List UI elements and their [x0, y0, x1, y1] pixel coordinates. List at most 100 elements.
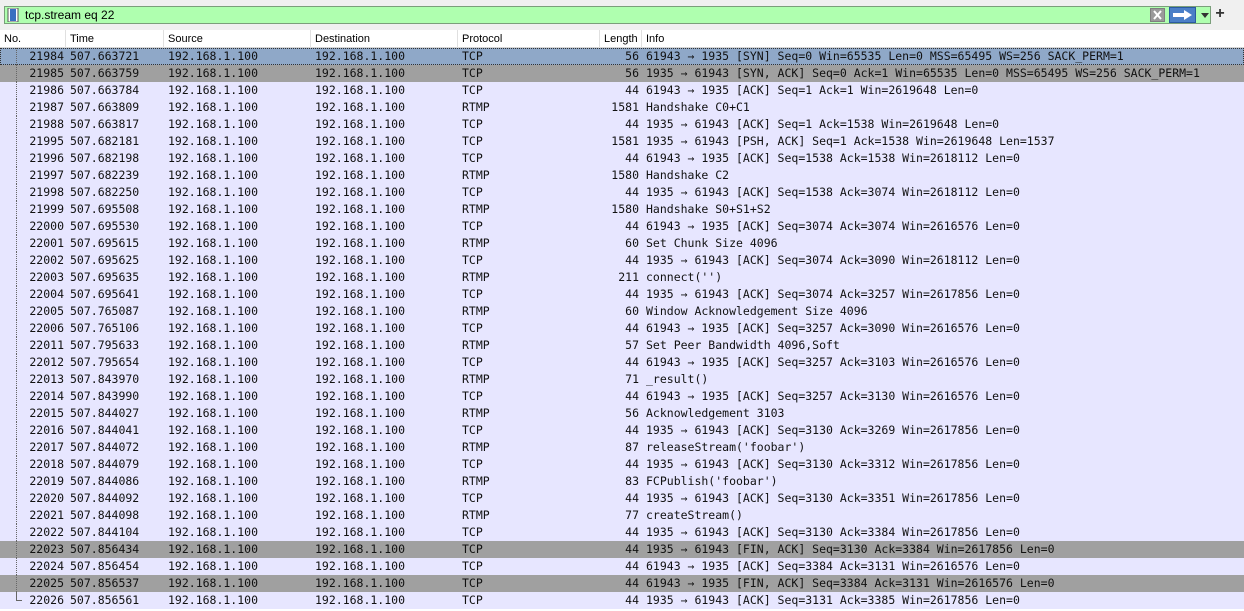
packet-row[interactable]: 21996 507.682198 192.168.1.100 192.168.1.10… [0, 150, 1244, 167]
packet-row[interactable]: 22015 507.844027 192.168.1.100 192.168.1.10… [0, 405, 1244, 422]
packet-row[interactable]: 22019 507.844086 192.168.1.100 192.168.1.10… [0, 473, 1244, 490]
packet-length: 56 [625, 66, 639, 80]
add-filter-button[interactable]: + [1213, 5, 1227, 23]
packet-length: 44 [625, 287, 639, 301]
bookmark-icon[interactable] [7, 8, 19, 22]
packet-row[interactable]: 22003 507.695635 192.168.1.100 192.168.1.10… [0, 269, 1244, 286]
packet-info: 61943 → 1935 [ACK] Seq=3257 Ack=3103 Win… [646, 355, 1020, 369]
packet-source: 192.168.1.100 [168, 117, 259, 131]
packet-row[interactable]: 22012 507.795654 192.168.1.100 192.168.1.10… [0, 354, 1244, 371]
column-header-destination[interactable]: Destination [311, 30, 458, 48]
packet-protocol: TCP [462, 321, 483, 335]
packet-number: 22023 [29, 542, 64, 556]
packet-row[interactable]: 21998 507.682250 192.168.1.100 192.168.1.10… [0, 184, 1244, 201]
packet-row[interactable]: 22005 507.765087 192.168.1.100 192.168.1.10… [0, 303, 1244, 320]
packet-row[interactable]: 21986 507.663784 192.168.1.100 192.168.1.10… [0, 82, 1244, 99]
packet-time: 507.844086 [70, 474, 140, 488]
conversation-tree-line [12, 99, 22, 116]
packet-row[interactable]: 22026 507.856561 192.168.1.100 192.168.1.10… [0, 592, 1244, 609]
apply-filter-button[interactable] [1169, 7, 1196, 23]
packet-row[interactable]: 22000 507.695530 192.168.1.100 192.168.1.10… [0, 218, 1244, 235]
packet-row[interactable]: 22016 507.844041 192.168.1.100 192.168.1.10… [0, 422, 1244, 439]
packet-row[interactable]: 21988 507.663817 192.168.1.100 192.168.1.10… [0, 116, 1244, 133]
packet-destination: 192.168.1.100 [315, 168, 406, 182]
packet-time: 507.856561 [70, 593, 140, 607]
column-header-protocol[interactable]: Protocol [458, 30, 600, 48]
filter-history-dropdown[interactable] [1199, 8, 1211, 22]
packet-length: 56 [625, 406, 639, 420]
packet-source: 192.168.1.100 [168, 304, 259, 318]
packet-row[interactable]: 22021 507.844098 192.168.1.100 192.168.1.10… [0, 507, 1244, 524]
packet-destination: 192.168.1.100 [315, 423, 406, 437]
packet-info: 1935 → 61943 [PSH, ACK] Seq=1 Ack=1538 W… [646, 134, 1055, 148]
tree-connector [16, 405, 17, 422]
display-filter-input[interactable]: tcp.stream eq 22 [4, 6, 1211, 24]
column-header-source[interactable]: Source [164, 30, 311, 48]
packet-protocol: TCP [462, 134, 483, 148]
packet-length: 44 [625, 355, 639, 369]
packet-source: 192.168.1.100 [168, 406, 259, 420]
packet-length: 1580 [611, 202, 639, 216]
column-header-length[interactable]: Length [600, 30, 642, 48]
packet-row[interactable]: 22004 507.695641 192.168.1.100 192.168.1.10… [0, 286, 1244, 303]
packet-row[interactable]: 22001 507.695615 192.168.1.100 192.168.1.10… [0, 235, 1244, 252]
column-header-no[interactable]: No. [0, 30, 66, 48]
arrow-right-icon [1173, 10, 1192, 20]
packet-row[interactable]: 22023 507.856434 192.168.1.100 192.168.1.10… [0, 541, 1244, 558]
packet-time: 507.856537 [70, 576, 140, 590]
packet-row[interactable]: 22020 507.844092 192.168.1.100 192.168.1.10… [0, 490, 1244, 507]
clear-filter-button[interactable] [1150, 8, 1165, 22]
packet-time: 507.695635 [70, 270, 140, 284]
packet-length: 44 [625, 525, 639, 539]
packet-destination: 192.168.1.100 [315, 83, 406, 97]
tree-connector [16, 99, 17, 116]
packet-destination: 192.168.1.100 [315, 474, 406, 488]
column-header-info[interactable]: Info [642, 30, 1244, 48]
packet-protocol: TCP [462, 542, 483, 556]
packet-row[interactable]: 21985 507.663759 192.168.1.100 192.168.1.10… [0, 65, 1244, 82]
packet-row[interactable]: 22011 507.795633 192.168.1.100 192.168.1.10… [0, 337, 1244, 354]
packet-protocol: RTMP [462, 440, 490, 454]
tree-connector [16, 116, 17, 133]
packet-info: 1935 → 61943 [ACK] Seq=1538 Ack=3074 Win… [646, 185, 1020, 199]
packet-time: 507.663784 [70, 83, 140, 97]
packet-protocol: TCP [462, 117, 483, 131]
packet-row[interactable]: 22025 507.856537 192.168.1.100 192.168.1.10… [0, 575, 1244, 592]
conversation-tree-line [12, 473, 22, 490]
packet-info: _result() [646, 372, 709, 386]
packet-row[interactable]: 21995 507.682181 192.168.1.100 192.168.1.10… [0, 133, 1244, 150]
packet-number: 22001 [29, 236, 64, 250]
packet-protocol: RTMP [462, 202, 490, 216]
packet-time: 507.844098 [70, 508, 140, 522]
packet-row[interactable]: 22018 507.844079 192.168.1.100 192.168.1.10… [0, 456, 1244, 473]
packet-source: 192.168.1.100 [168, 491, 259, 505]
packet-row[interactable]: 22002 507.695625 192.168.1.100 192.168.1.10… [0, 252, 1244, 269]
packet-length: 44 [625, 389, 639, 403]
packet-row[interactable]: 22013 507.843970 192.168.1.100 192.168.1.10… [0, 371, 1244, 388]
packet-row[interactable]: 22022 507.844104 192.168.1.100 192.168.1.10… [0, 524, 1244, 541]
packet-row[interactable]: 22006 507.765106 192.168.1.100 192.168.1.10… [0, 320, 1244, 337]
conversation-tree-line [12, 439, 22, 456]
packet-info: 61943 → 1935 [ACK] Seq=3074 Ack=3074 Win… [646, 219, 1020, 233]
packet-row[interactable]: 21997 507.682239 192.168.1.100 192.168.1.10… [0, 167, 1244, 184]
column-header-time[interactable]: Time [66, 30, 164, 48]
packet-row[interactable]: 21987 507.663809 192.168.1.100 192.168.1.10… [0, 99, 1244, 116]
packet-row[interactable]: 21999 507.695508 192.168.1.100 192.168.1.10… [0, 201, 1244, 218]
packet-number: 21986 [29, 83, 64, 97]
packet-protocol: RTMP [462, 338, 490, 352]
packet-row[interactable]: 21984 507.663721 192.168.1.100 192.168.1.10… [0, 48, 1244, 65]
display-filter-text[interactable]: tcp.stream eq 22 [25, 8, 114, 23]
packet-destination: 192.168.1.100 [315, 219, 406, 233]
packet-number: 22022 [29, 525, 64, 539]
packet-length: 44 [625, 593, 639, 607]
tree-connector [16, 524, 17, 541]
packet-row[interactable]: 22024 507.856454 192.168.1.100 192.168.1.10… [0, 558, 1244, 575]
packet-time: 507.844104 [70, 525, 140, 539]
packet-destination: 192.168.1.100 [315, 576, 406, 590]
packet-source: 192.168.1.100 [168, 134, 259, 148]
packet-row[interactable]: 22014 507.843990 192.168.1.100 192.168.1.10… [0, 388, 1244, 405]
packet-source: 192.168.1.100 [168, 440, 259, 454]
packet-row[interactable]: 22017 507.844072 192.168.1.100 192.168.1.10… [0, 439, 1244, 456]
packet-time: 507.844041 [70, 423, 140, 437]
tree-connector [16, 422, 17, 439]
